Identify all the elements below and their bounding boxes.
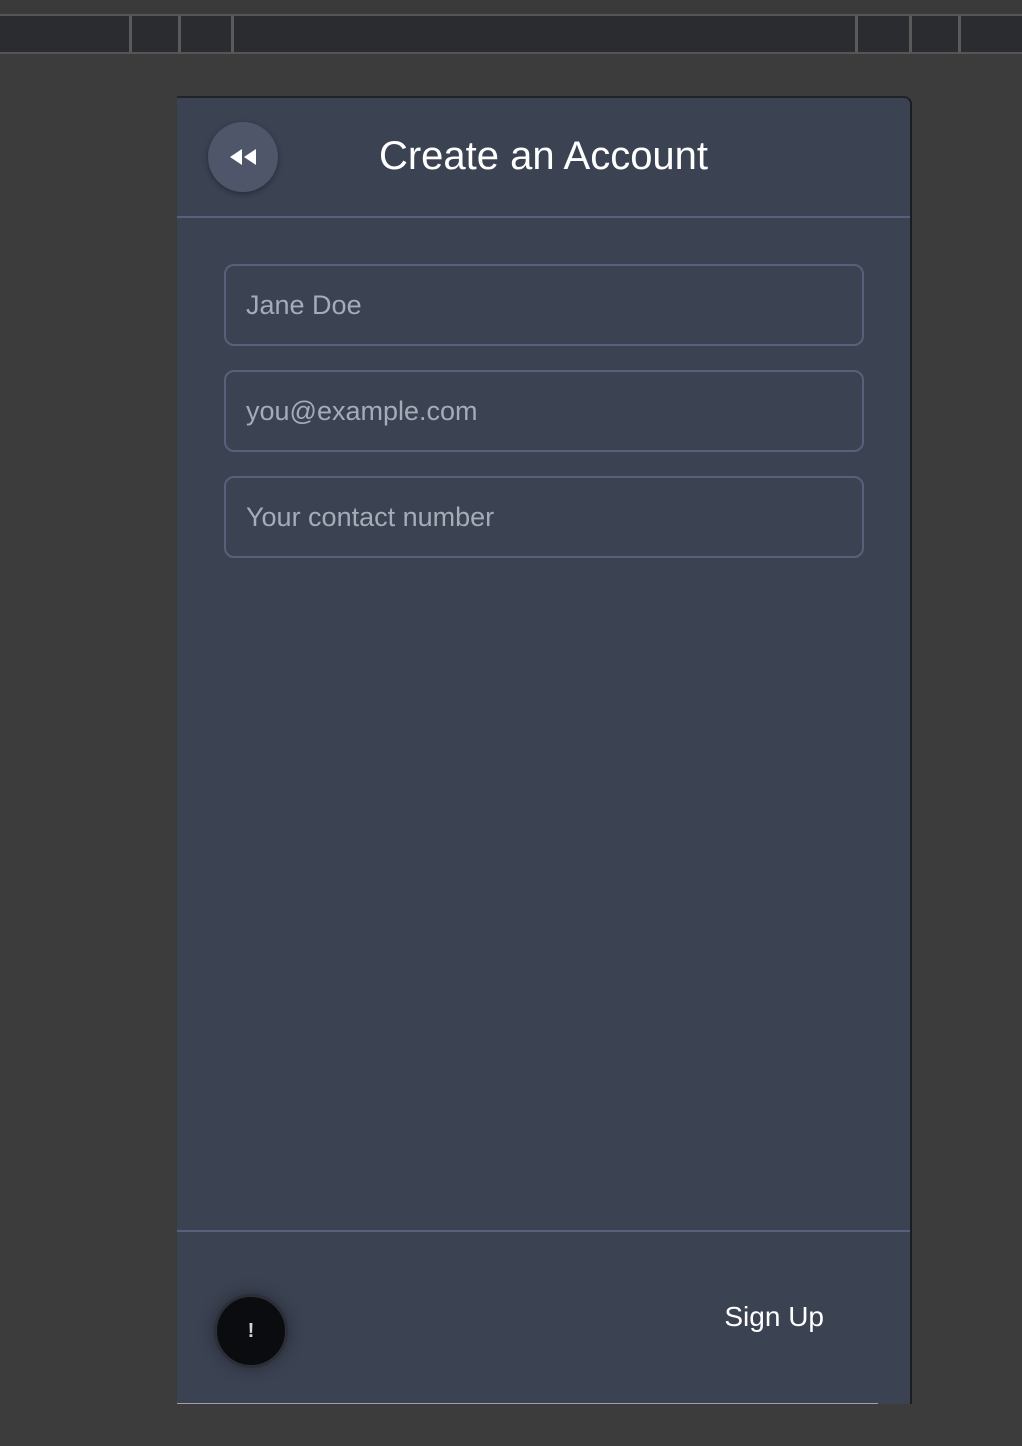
name-input[interactable] <box>224 264 864 346</box>
toolbar-separator <box>855 16 858 52</box>
card-header: Create an Account <box>177 98 910 218</box>
sign-up-button[interactable]: Sign Up <box>724 1300 824 1334</box>
signup-form <box>224 264 864 582</box>
browser-toolbar <box>0 16 1022 54</box>
toolbar-separator <box>129 16 132 52</box>
toolbar-separator <box>178 16 181 52</box>
toolbar-separator <box>909 16 912 52</box>
email-input[interactable] <box>224 370 864 452</box>
phone-input[interactable] <box>224 476 864 558</box>
toolbar-separator <box>231 16 234 52</box>
card-bottom-divider <box>177 1403 878 1404</box>
exclamation-icon: ! <box>247 1320 255 1342</box>
help-button[interactable]: ! <box>214 1294 288 1368</box>
toolbar-separator <box>958 16 961 52</box>
page-title: Create an Account <box>378 134 709 178</box>
signup-card: Create an Account ! Sign Up <box>177 96 912 1404</box>
card-footer: ! Sign Up <box>177 1230 910 1406</box>
window-top-strip <box>0 0 1022 16</box>
